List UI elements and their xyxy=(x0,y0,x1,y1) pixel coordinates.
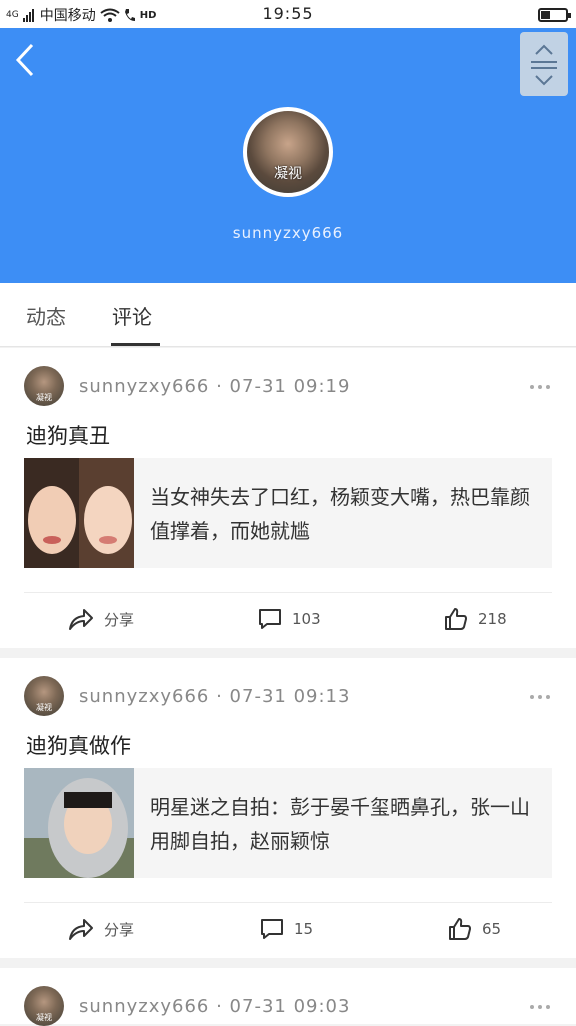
post-meta: sunnyzxy666 · 07-31 09:19 xyxy=(79,376,351,397)
avatar-caption: 凝视 xyxy=(36,703,52,712)
share-label: 分享 xyxy=(104,920,135,939)
thumbs-up-icon xyxy=(449,918,471,940)
post-username: sunnyzxy666 xyxy=(79,996,210,1017)
tab-comments[interactable]: 评论 xyxy=(112,301,152,330)
comment-count: 103 xyxy=(292,610,321,628)
comment-count: 15 xyxy=(294,920,314,938)
comment-button[interactable]: 15 xyxy=(260,917,313,941)
post-username: sunnyzxy666 xyxy=(79,686,210,707)
tab-bar: 动态 评论 xyxy=(0,283,576,347)
like-count: 218 xyxy=(478,610,507,628)
status-bar: 4G 中国移动 HD 19:55 xyxy=(0,0,576,28)
profile-username: sunnyzxy666 xyxy=(232,224,344,242)
avatar[interactable]: 凝视 xyxy=(24,986,64,1026)
post-actions: 分享 15 65 xyxy=(24,902,552,958)
avatar-caption: 凝视 xyxy=(36,1013,52,1022)
more-dots-icon[interactable] xyxy=(530,1005,550,1009)
more-dots-icon[interactable] xyxy=(530,385,550,389)
collapse-menu-icon xyxy=(531,44,557,86)
share-icon xyxy=(69,919,93,940)
like-button[interactable]: 65 xyxy=(448,917,501,941)
post-card: 凝视 sunnyzxy666 · 07-31 09:19 迪狗真丑 当女神失去了… xyxy=(0,348,576,648)
share-icon xyxy=(69,609,93,630)
post-meta: sunnyzxy666 · 07-31 09:13 xyxy=(79,686,351,707)
tab-activity[interactable]: 动态 xyxy=(26,301,66,330)
profile-header: 凝视 sunnyzxy666 xyxy=(0,28,576,283)
post-time: 07-31 09:13 xyxy=(229,686,351,707)
thumbs-up-icon xyxy=(445,608,467,630)
post-time: 07-31 09:19 xyxy=(229,376,351,397)
post-card: 凝视 sunnyzxy666 · 07-31 09:03 xyxy=(0,968,576,1026)
share-button[interactable]: 分享 xyxy=(68,917,134,941)
avatar-caption: 凝视 xyxy=(36,393,52,402)
comment-button[interactable]: 103 xyxy=(258,607,321,631)
avatar-caption: 凝视 xyxy=(274,166,302,182)
share-button[interactable]: 分享 xyxy=(68,607,134,631)
article-title: 明星迷之自拍：彭于晏千玺晒鼻孔，张一山用脚自拍，赵丽颖惊 xyxy=(150,795,530,853)
avatar[interactable]: 凝视 xyxy=(24,676,64,716)
more-dots-icon[interactable] xyxy=(530,695,550,699)
share-label: 分享 xyxy=(104,610,135,629)
article-thumbnail xyxy=(24,458,134,568)
article-card[interactable]: 当女神失去了口红，杨颖变大嘴，热巴靠颜值撑着，而她就尴 xyxy=(24,458,552,568)
like-count: 65 xyxy=(482,920,502,938)
post-title[interactable]: 迪狗真丑 xyxy=(26,420,110,450)
like-button[interactable]: 218 xyxy=(444,607,507,631)
article-title: 当女神失去了口红，杨颖变大嘴，热巴靠颜值撑着，而她就尴 xyxy=(150,485,530,543)
chevron-left-icon[interactable] xyxy=(12,42,42,78)
article-card[interactable]: 明星迷之自拍：彭于晏千玺晒鼻孔，张一山用脚自拍，赵丽颖惊 xyxy=(24,768,552,878)
profile-avatar[interactable]: 凝视 xyxy=(243,107,333,197)
post-username: sunnyzxy666 xyxy=(79,376,210,397)
battery-icon xyxy=(538,8,571,22)
post-actions: 分享 103 218 xyxy=(24,592,552,648)
article-thumbnail xyxy=(24,768,134,878)
comment-icon xyxy=(259,609,281,629)
post-title[interactable]: 迪狗真做作 xyxy=(26,730,131,760)
collapse-menu-button[interactable] xyxy=(520,32,568,96)
active-tab-indicator xyxy=(111,343,160,346)
post-card: 凝视 sunnyzxy666 · 07-31 09:13 迪狗真做作 明星迷之自… xyxy=(0,658,576,958)
comment-icon xyxy=(261,919,283,939)
status-time: 19:55 xyxy=(262,4,314,23)
avatar[interactable]: 凝视 xyxy=(24,366,64,406)
post-time: 07-31 09:03 xyxy=(229,996,351,1017)
post-meta: sunnyzxy666 · 07-31 09:03 xyxy=(79,996,351,1017)
